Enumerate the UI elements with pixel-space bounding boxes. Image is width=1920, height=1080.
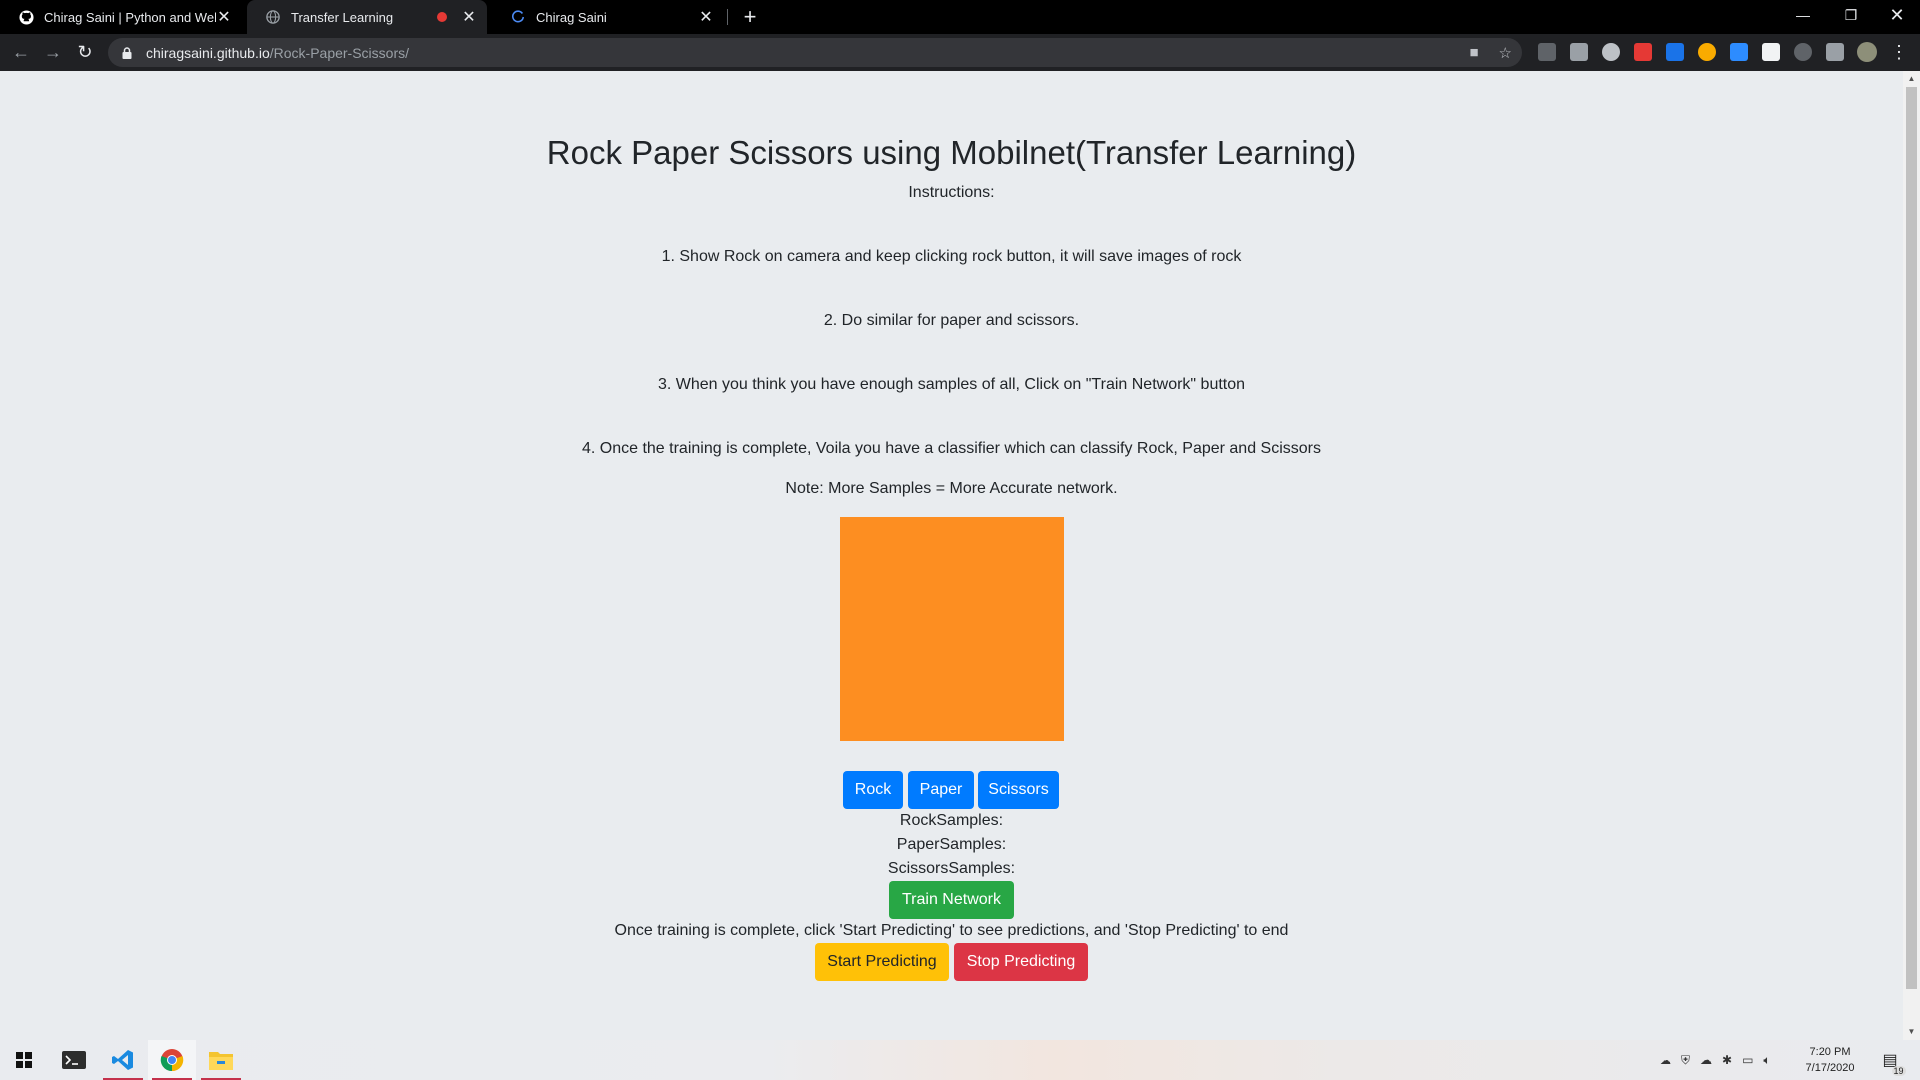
scissors-button[interactable]: Scissors — [978, 771, 1059, 809]
instruction-step-4: 4. Once the training is complete, Voila … — [581, 440, 1321, 457]
recording-indicator-icon — [437, 12, 447, 22]
scrollbar-thumb[interactable] — [1906, 87, 1917, 989]
defender-shield-icon[interactable]: ⛨ — [1681, 1053, 1690, 1068]
reload-icon: ↻ — [77, 41, 93, 62]
volume-icon[interactable]: 🔈︎ — [1763, 1053, 1770, 1068]
minimize-button[interactable]: — — [1780, 0, 1826, 30]
taskbar-chrome[interactable] — [148, 1040, 196, 1080]
system-tray: ☁ ⛨ ☁ ✱ ▭ 🔈︎ — [1660, 1040, 1771, 1080]
tab-title: Chirag Saini — [536, 9, 607, 25]
taskbar-clock[interactable]: 7:20 PM 7/17/2020 — [1795, 1044, 1865, 1076]
taskbar-vscode[interactable] — [99, 1040, 147, 1080]
paper-samples-count: PaperSamples: — [896, 836, 1007, 853]
tab-chirag-saini-portfolio[interactable]: Chirag Saini | Python and Web Developer … — [0, 0, 242, 34]
address-bar[interactable]: chiragsaini.github.io/Rock-Paper-Scissor… — [108, 38, 1522, 67]
action-center-button[interactable]: ▤ 19 — [1870, 1040, 1910, 1080]
extension-owl-icon[interactable] — [1698, 43, 1716, 61]
notification-icon: ▤ 19 — [1882, 1052, 1906, 1076]
rock-button[interactable]: Rock — [843, 771, 903, 809]
extensions-puzzle-icon[interactable] — [1826, 43, 1844, 61]
instructions-label: Instructions: — [908, 184, 995, 201]
close-tab-icon[interactable]: ✕ — [461, 7, 477, 27]
camera-in-use-icon[interactable]: ■ — [1469, 44, 1478, 61]
chrome-icon — [160, 1049, 184, 1072]
new-tab-button[interactable]: + — [737, 4, 763, 30]
taskbar-terminal[interactable] — [50, 1040, 98, 1080]
stop-predicting-button[interactable]: Stop Predicting — [954, 943, 1088, 981]
browser-tab-bar: Chirag Saini | Python and Web Developer … — [0, 0, 1920, 34]
extension-screenshot-icon[interactable] — [1570, 43, 1588, 61]
profile-avatar[interactable] — [1857, 42, 1877, 62]
prediction-hint: Once training is complete, click 'Start … — [614, 922, 1289, 939]
windows-logo-icon — [16, 1052, 32, 1068]
extension-react-icon[interactable] — [1602, 43, 1620, 61]
tab-transfer-learning[interactable]: Transfer Learning ✕ — [247, 0, 487, 34]
windows-taskbar: ☁ ⛨ ☁ ✱ ▭ 🔈︎ 7:20 PM 7/17/2020 ▤ 19 — [0, 1040, 1920, 1080]
clock-date: 7/17/2020 — [1805, 1062, 1855, 1074]
arrow-left-icon: ← — [12, 41, 30, 62]
tab-chirag-saini[interactable]: Chirag Saini ✕ — [492, 0, 724, 34]
network-icon[interactable]: ▭ — [1742, 1053, 1753, 1067]
close-tab-icon[interactable]: ✕ — [698, 7, 714, 27]
extension-calendar-icon[interactable] — [1762, 43, 1780, 61]
cloud-sync-icon[interactable]: ☁ — [1700, 1053, 1712, 1067]
kebab-menu-icon: ⋮ — [1890, 41, 1908, 62]
url-host: chiragsaini.github.io — [146, 44, 270, 61]
vscode-icon — [112, 1050, 133, 1070]
bluetooth-icon[interactable]: ✱ — [1722, 1053, 1732, 1067]
tab-title: Transfer Learning — [291, 9, 394, 25]
close-tab-icon[interactable]: ✕ — [216, 7, 232, 27]
extension-zoom-icon[interactable] — [1730, 43, 1748, 61]
start-button[interactable] — [0, 1040, 48, 1080]
clock-time: 7:20 PM — [1809, 1046, 1851, 1058]
webcam-preview — [840, 517, 1064, 741]
terminal-icon — [62, 1051, 86, 1069]
restore-button[interactable]: ❐ — [1828, 0, 1874, 30]
reload-button[interactable]: ↻ — [72, 39, 98, 65]
start-predicting-button[interactable]: Start Predicting — [815, 943, 949, 981]
back-button[interactable]: ← — [8, 39, 34, 65]
instruction-step-3: 3. When you think you have enough sample… — [657, 376, 1246, 393]
taskbar-file-explorer[interactable] — [197, 1040, 245, 1080]
extension-red-icon[interactable] — [1634, 43, 1652, 61]
extension-stats-icon[interactable] — [1538, 43, 1556, 61]
folder-icon — [209, 1052, 233, 1070]
samples-note: Note: More Samples = More Accurate netwo… — [785, 480, 1118, 497]
extension-circle-icon[interactable] — [1794, 43, 1812, 61]
scroll-down-arrow-icon[interactable]: ▼ — [1903, 1024, 1920, 1040]
loading-spinner-icon — [510, 9, 526, 25]
tab-title: Chirag Saini | Python and Web Developer — [44, 9, 216, 25]
instruction-step-2: 2. Do similar for paper and scissors. — [823, 312, 1080, 329]
scissors-samples-count: ScissorsSamples: — [887, 860, 1016, 877]
train-network-button[interactable]: Train Network — [889, 881, 1014, 919]
onedrive-icon[interactable]: ☁ — [1660, 1054, 1671, 1067]
close-window-button[interactable]: ✕ — [1874, 0, 1920, 30]
browser-toolbar: ← → ↻ chiragsaini.github.io/Rock-Paper-S… — [0, 34, 1920, 71]
globe-icon — [265, 9, 281, 25]
notification-count-badge: 19 — [1891, 1066, 1906, 1076]
lock-icon — [122, 46, 136, 60]
forward-button[interactable]: → — [40, 39, 66, 65]
instruction-step-1: 1. Show Rock on camera and keep clicking… — [661, 248, 1242, 265]
scroll-up-arrow-icon[interactable]: ▲ — [1903, 71, 1920, 87]
url-path: /Rock-Paper-Scissors/ — [269, 44, 410, 61]
page-title: Rock Paper Scissors using Mobilnet(Trans… — [546, 134, 1357, 171]
browser-menu-button[interactable]: ⋮ — [1886, 39, 1912, 65]
rock-samples-count: RockSamples: — [899, 812, 1004, 829]
arrow-right-icon: → — [44, 41, 62, 62]
bookmark-star-icon[interactable]: ☆ — [1499, 44, 1512, 62]
paper-button[interactable]: Paper — [908, 771, 974, 809]
tab-divider — [727, 9, 728, 25]
github-icon — [18, 9, 34, 25]
extension-s-icon[interactable] — [1666, 43, 1684, 61]
